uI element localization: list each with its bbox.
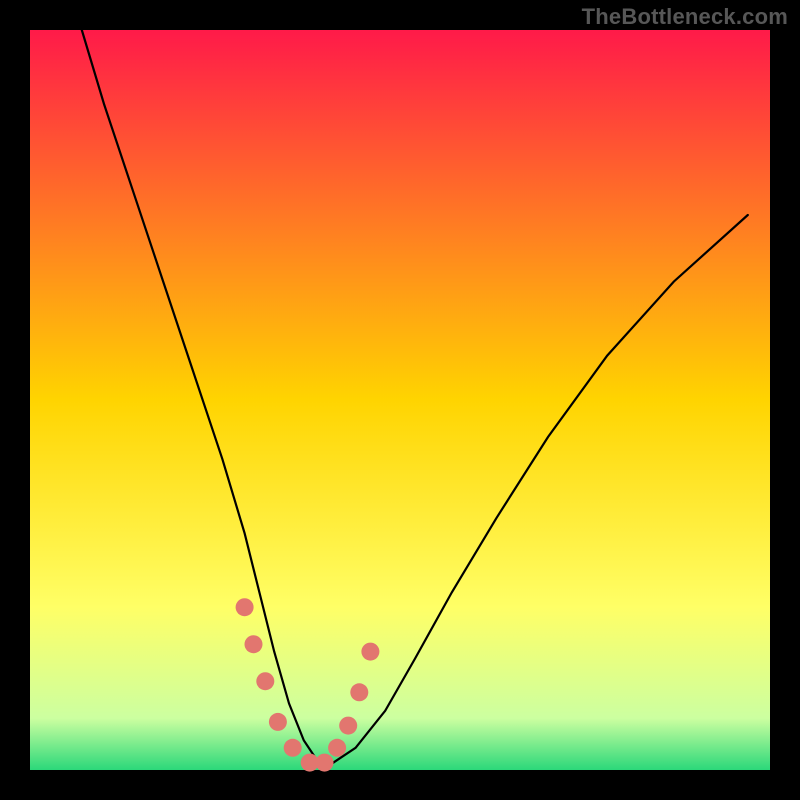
highlight-dot — [350, 683, 368, 701]
chart-stage: TheBottleneck.com — [0, 0, 800, 800]
highlight-dot — [256, 672, 274, 690]
plot-area — [30, 30, 770, 770]
highlight-dot — [245, 635, 263, 653]
watermark-text: TheBottleneck.com — [582, 4, 788, 30]
highlight-dot — [269, 713, 287, 731]
chart-svg — [0, 0, 800, 800]
highlight-dot — [328, 739, 346, 757]
highlight-dot — [284, 739, 302, 757]
highlight-dot — [361, 643, 379, 661]
highlight-dot — [316, 754, 334, 772]
highlight-dot — [236, 598, 254, 616]
highlight-dot — [339, 717, 357, 735]
